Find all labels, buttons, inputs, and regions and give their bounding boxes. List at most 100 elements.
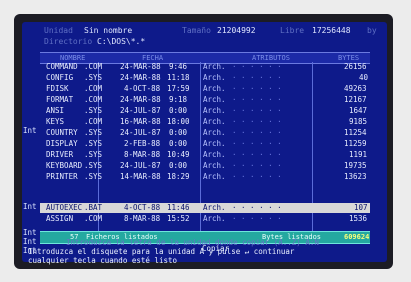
file-time: 11:46 xyxy=(167,203,190,212)
file-name: DRIVER xyxy=(46,150,74,159)
file-row[interactable]: FORMAT .COM 24-MAR-88 9:18 Arch. · · · ·… xyxy=(40,95,370,105)
file-attr-dots: · · · · · · xyxy=(232,161,282,170)
side-label: Int xyxy=(23,202,37,211)
file-ext: .SYS xyxy=(84,172,103,181)
file-date: 24-JUL-87 xyxy=(120,106,161,115)
file-date: 14-MAR-88 xyxy=(120,172,161,181)
file-ext: .COM xyxy=(84,95,103,104)
file-ext: .COM xyxy=(84,214,103,223)
file-date: 8-MAR-88 xyxy=(124,214,161,223)
file-date: 24-MAR-88 xyxy=(120,95,161,104)
file-date: 24-JUL-87 xyxy=(120,128,161,137)
file-bytes: 40 xyxy=(359,73,369,82)
file-name: KEYBOARD xyxy=(46,161,83,170)
file-time: 11:18 xyxy=(167,73,190,82)
prompt-area: Introduzca la letra de la unidad donde c… xyxy=(22,238,387,282)
file-attr-dots: · · · · · · xyxy=(232,172,282,181)
file-attr: Arch. xyxy=(203,161,226,170)
unit-value: Sin nombre xyxy=(84,26,133,35)
bytes-listed-value: 609624 xyxy=(344,233,370,241)
file-ext: .SYS xyxy=(84,139,103,148)
column-name[interactable]: NOMBRE xyxy=(60,54,85,62)
file-attr: Arch. xyxy=(203,128,226,137)
file-name: COUNTRY xyxy=(46,128,78,137)
file-attr-dots: · · · · · · xyxy=(232,150,282,159)
file-time: 0:00 xyxy=(169,161,188,170)
file-attr-dots: · · · · · · xyxy=(232,128,282,137)
file-bytes: 1191 xyxy=(349,150,368,159)
directory-path[interactable]: C:\DOS\*.* xyxy=(97,38,145,46)
press-key-prompt: cualquier tecla cuando esté listo xyxy=(28,256,178,265)
file-row[interactable]: ANSI .SYS 24-JUL-87 0:00 Arch. · · · · ·… xyxy=(40,106,370,116)
file-row[interactable]: KEYBOARD .SYS 24-JUL-87 0:00 Arch. · · ·… xyxy=(40,161,370,171)
file-attr: Arch. xyxy=(203,106,226,115)
file-date: 4-OCT-88 xyxy=(124,203,161,212)
dos-screen: Unidad Sin nombre Tamaño 21204992 Libre … xyxy=(22,22,387,262)
file-ext: .COM xyxy=(84,117,103,126)
file-ext: .SYS xyxy=(84,73,103,82)
file-attr: Arch. xyxy=(203,95,226,104)
column-bytes[interactable]: BYTES xyxy=(338,54,359,62)
file-bytes: 1536 xyxy=(349,214,368,223)
file-attr-dots: · · · · · · xyxy=(232,214,282,223)
file-attr-dots: · · · · · · xyxy=(232,139,282,148)
file-row[interactable]: FDISK .COM 4-OCT-88 17:59 Arch. · · · · … xyxy=(40,84,370,94)
file-attr: Arch. xyxy=(203,73,226,82)
file-attr: Arch. xyxy=(203,203,226,212)
file-ext: .SYS xyxy=(84,150,103,159)
file-row[interactable]: PRINTER .SYS 14-MAR-88 18:29 Arch. · · ·… xyxy=(40,172,370,182)
file-date: 24-JUL-87 xyxy=(120,161,161,170)
photo-frame: Unidad Sin nombre Tamaño 21204992 Libre … xyxy=(0,0,411,282)
file-date: 24-MAR-88 xyxy=(120,62,161,71)
column-attributes[interactable]: ATRIBUTOS xyxy=(252,54,290,62)
file-time: 18:29 xyxy=(167,172,190,181)
file-time: 17:59 xyxy=(167,84,190,93)
file-attr-dots: · · · · · · xyxy=(232,84,282,93)
file-ext: .SYS xyxy=(84,106,103,115)
file-bytes: 49263 xyxy=(344,84,367,93)
file-bytes: 107 xyxy=(354,203,368,212)
file-bytes: 1647 xyxy=(349,106,368,115)
file-attr: Arch. xyxy=(203,139,226,148)
file-row[interactable]: COMMAND .COM 24-MAR-88 9:46 Arch. · · · … xyxy=(40,62,370,72)
free-unit: by xyxy=(367,26,377,35)
file-name: FORMAT xyxy=(46,95,74,104)
file-bytes: 19735 xyxy=(344,161,367,170)
file-bytes: 13623 xyxy=(344,172,367,181)
file-date: 2-FEB-88 xyxy=(124,139,161,148)
file-row[interactable]: DRIVER .SYS 8-MAR-88 10:49 Arch. · · · ·… xyxy=(40,150,370,160)
file-row[interactable]: CONFIG .SYS 24-MAR-88 11:18 Arch. · · · … xyxy=(40,73,370,83)
column-date[interactable]: FECHA xyxy=(142,54,163,62)
file-row[interactable]: DISPLAY .SYS 2-FEB-88 0:00 Arch. · · · ·… xyxy=(40,139,370,149)
file-attr-dots: · · · · · · xyxy=(232,62,282,71)
file-row[interactable]: KEYS .COM 16-MAR-88 18:00 Arch. · · · · … xyxy=(40,117,370,127)
file-name: ANSI xyxy=(46,106,65,115)
file-row-selected[interactable]: AUTOEXEC .BAT 4-OCT-88 11:46 Arch. · · ·… xyxy=(40,203,370,213)
file-ext: .SYS xyxy=(84,161,103,170)
file-attr-dots: · · · · · · xyxy=(232,106,282,115)
file-name: COMMAND xyxy=(46,62,78,71)
drive-prompt: Introduzca la letra de la unidad donde c… xyxy=(66,238,319,247)
size-label: Tamaño xyxy=(182,26,211,35)
file-attr-dots: · · · · · · xyxy=(232,117,282,126)
file-attr: Arch. xyxy=(203,172,226,181)
file-ext: .COM xyxy=(84,84,103,93)
file-date: 24-MAR-88 xyxy=(120,73,161,82)
file-name: DISPLAY xyxy=(46,139,78,148)
file-attr: Arch. xyxy=(203,214,226,223)
file-row[interactable]: COUNTRY .SYS 24-JUL-87 0:00 Arch. · · · … xyxy=(40,128,370,138)
file-row[interactable]: ASSIGN .COM 8-MAR-88 15:52 Arch. · · · ·… xyxy=(40,214,370,224)
file-attr-dots: · · · · · · xyxy=(232,95,282,104)
file-time: 9:18 xyxy=(169,95,188,104)
file-date: 4-OCT-88 xyxy=(124,84,161,93)
directory-label: Directorio xyxy=(44,37,93,46)
file-time: 15:52 xyxy=(167,214,190,223)
file-bytes: 11259 xyxy=(344,139,367,148)
file-ext: .BAT xyxy=(84,203,103,212)
file-name: CONFIG xyxy=(46,73,74,82)
file-attr: Arch. xyxy=(203,150,226,159)
continue-text: continuar xyxy=(249,247,295,256)
file-time: 9:46 xyxy=(169,62,188,71)
file-ext: .SYS xyxy=(84,128,103,137)
file-name: KEYS xyxy=(46,117,65,126)
